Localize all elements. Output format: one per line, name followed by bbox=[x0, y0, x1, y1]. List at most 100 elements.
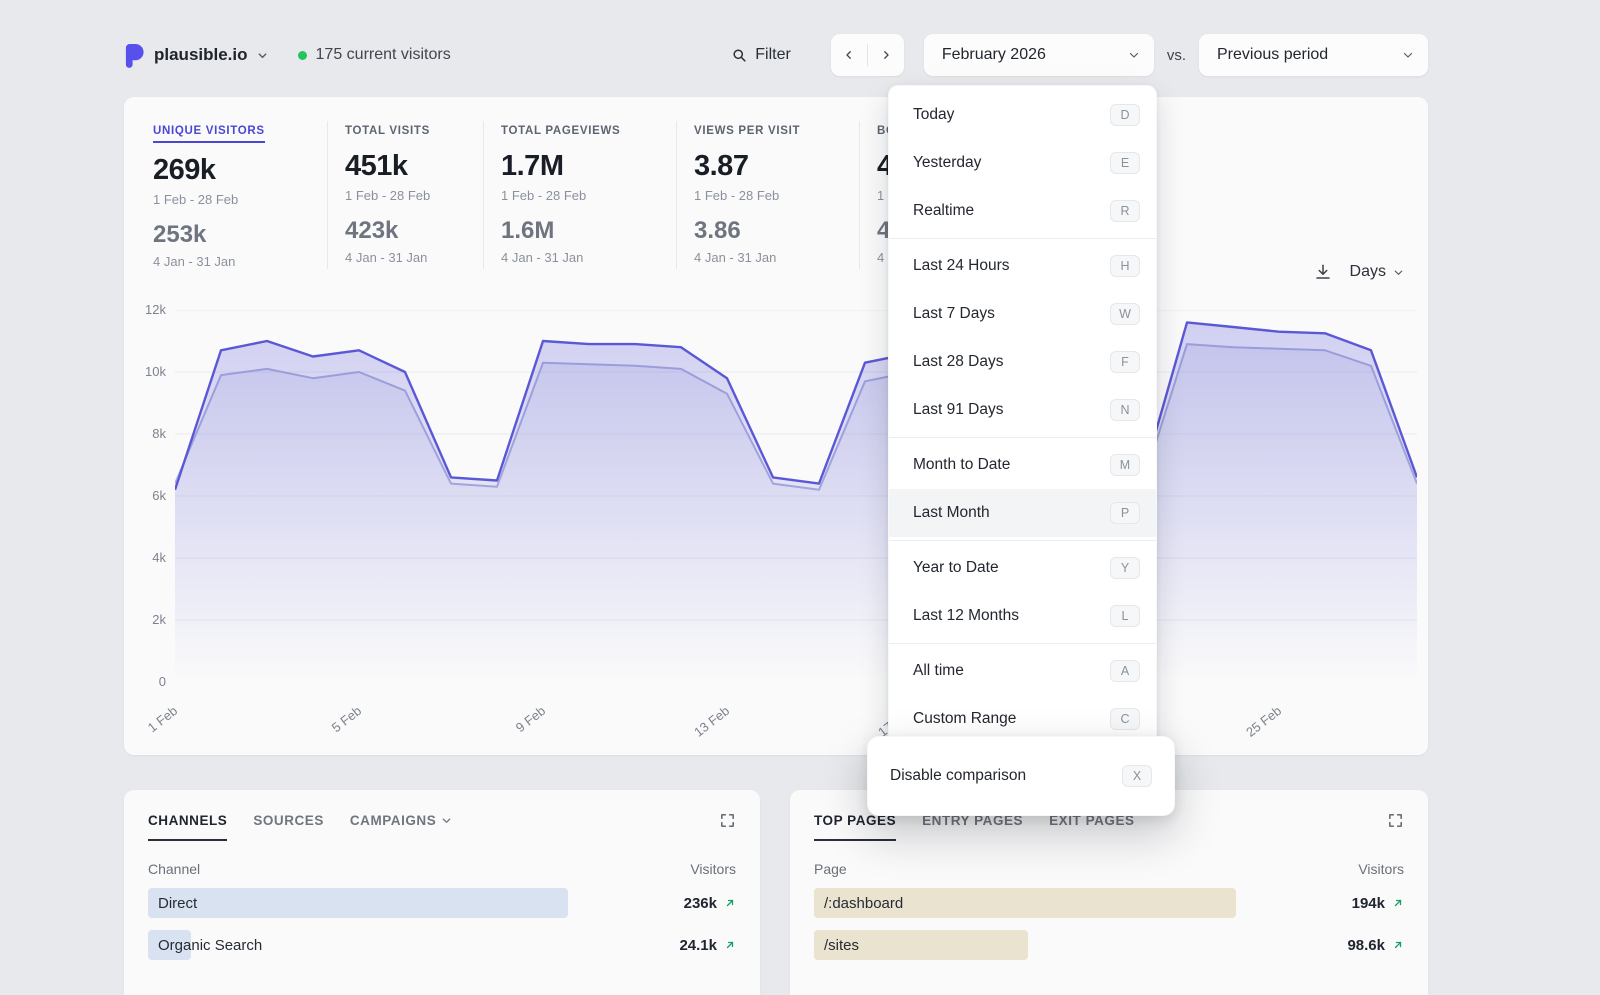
trend-arrow-icon bbox=[1392, 897, 1404, 909]
period-nav bbox=[831, 34, 904, 76]
menu-item-label: Last 28 Days bbox=[913, 353, 1003, 371]
menu-item-label: Last 12 Months bbox=[913, 607, 1019, 625]
shortcut-badge: X bbox=[1122, 765, 1152, 787]
stat-prev-range: 4 Jan - 31 Jan bbox=[694, 250, 839, 265]
y-axis-label: 4k bbox=[126, 550, 166, 565]
menu-item-last-month[interactable]: Last MonthP bbox=[889, 489, 1156, 537]
shortcut-badge: H bbox=[1110, 255, 1140, 277]
row-name[interactable]: Organic Search bbox=[148, 937, 262, 954]
y-axis-label: 8k bbox=[126, 426, 166, 441]
chart-x-axis: 1 Feb5 Feb9 Feb13 Feb17 Feb21 Feb25 Feb bbox=[175, 687, 1417, 747]
next-period-button[interactable] bbox=[868, 34, 904, 76]
menu-item-last-24-hours[interactable]: Last 24 HoursH bbox=[889, 242, 1156, 290]
y-axis-label: 0 bbox=[126, 674, 166, 689]
filter-button[interactable]: Filter bbox=[732, 46, 791, 64]
chevron-down-icon bbox=[1402, 49, 1414, 61]
pages-panel: TOP PAGES ENTRY PAGES EXIT PAGES Page Vi… bbox=[790, 790, 1428, 995]
row-name[interactable]: /sites bbox=[814, 937, 859, 954]
comparison-select[interactable]: Previous period bbox=[1199, 34, 1428, 76]
tab-sources[interactable]: SOURCES bbox=[253, 813, 324, 828]
row-visitor-count: 98.6k bbox=[1347, 937, 1385, 954]
current-visitors[interactable]: 175 current visitors bbox=[298, 46, 451, 64]
site-switcher[interactable]: plausible.io bbox=[124, 43, 268, 68]
tab-channels[interactable]: CHANNELS bbox=[148, 813, 227, 828]
disable-comparison-item[interactable]: Disable comparison X bbox=[890, 755, 1152, 797]
menu-item-month-to-date[interactable]: Month to DateM bbox=[889, 441, 1156, 489]
menu-item-last-28-days[interactable]: Last 28 Days F bbox=[889, 338, 1156, 386]
vs-label: vs. bbox=[1167, 47, 1186, 64]
menu-item-yesterday[interactable]: Yesterday E bbox=[889, 139, 1156, 187]
download-icon[interactable] bbox=[1314, 263, 1332, 281]
stat-range: 1 Feb - 28 Feb bbox=[694, 188, 839, 203]
stat-prev-value: 3.86 bbox=[694, 217, 839, 245]
chevron-down-icon bbox=[441, 815, 452, 826]
table-header: Page Visitors bbox=[814, 861, 1404, 877]
table-row[interactable]: Organic Search 24.1k bbox=[148, 929, 736, 961]
row-name[interactable]: /:dashboard bbox=[814, 895, 903, 912]
date-range-select[interactable]: February 2026 bbox=[924, 34, 1154, 76]
stat-value: 269k bbox=[153, 154, 307, 187]
shortcut-badge: N bbox=[1110, 399, 1140, 421]
stat-prev-range: 4 Jan - 31 Jan bbox=[153, 254, 307, 269]
row-name[interactable]: Direct bbox=[148, 895, 197, 912]
row-value: 98.6k bbox=[1347, 937, 1404, 954]
menu-item-last-12-months[interactable]: Last 12 MonthsL bbox=[889, 592, 1156, 640]
analytics-card: UNIQUE VISITORS 269k 1 Feb - 28 Feb 253k… bbox=[124, 97, 1428, 755]
metric-header: Visitors bbox=[1358, 861, 1404, 877]
stat-label: TOTAL VISITS bbox=[345, 125, 430, 137]
stat-unique-visitors[interactable]: UNIQUE VISITORS 269k 1 Feb - 28 Feb 253k… bbox=[153, 121, 328, 269]
chart-interval-controls: Days bbox=[1314, 263, 1404, 281]
menu-item-last-91-days[interactable]: Last 91 Days N bbox=[889, 386, 1156, 434]
row-visitor-count: 24.1k bbox=[679, 937, 717, 954]
shortcut-badge: F bbox=[1110, 351, 1140, 373]
table-row[interactable]: /sites 98.6k bbox=[814, 929, 1404, 961]
stat-label: VIEWS PER VISIT bbox=[694, 125, 800, 137]
visitors-chart[interactable] bbox=[175, 310, 1417, 682]
menu-item-today[interactable]: TodayD bbox=[889, 91, 1156, 139]
menu-item-label: Yesterday bbox=[913, 154, 981, 172]
menu-item-label: Last Month bbox=[913, 504, 990, 522]
shortcut-badge: E bbox=[1110, 152, 1140, 174]
chevron-down-icon bbox=[1128, 49, 1140, 61]
menu-item-label: Today bbox=[913, 106, 954, 124]
shortcut-badge: M bbox=[1110, 454, 1140, 476]
menu-item-last-7-days[interactable]: Last 7 DaysW bbox=[889, 290, 1156, 338]
stat-label: TOTAL PAGEVIEWS bbox=[501, 125, 620, 137]
menu-divider bbox=[889, 437, 1156, 438]
stat-total-visits[interactable]: TOTAL VISITS 451k 1 Feb - 28 Feb 423k 4 … bbox=[345, 121, 484, 269]
table-row[interactable]: Direct 236k bbox=[148, 887, 736, 919]
interval-select[interactable]: Days bbox=[1350, 263, 1404, 281]
x-axis-label: 13 Feb bbox=[684, 703, 733, 746]
y-axis-label: 6k bbox=[126, 488, 166, 503]
menu-divider bbox=[889, 540, 1156, 541]
expand-icon[interactable] bbox=[719, 812, 736, 829]
topbar-left: plausible.io 175 current visitors bbox=[124, 43, 451, 68]
menu-item-all-time[interactable]: All time A bbox=[889, 647, 1156, 695]
table-row[interactable]: /:dashboard 194k bbox=[814, 887, 1404, 919]
date-range-menu: TodayDYesterdayERealtimeRLast 24 HoursHL… bbox=[888, 85, 1157, 749]
row-value: 236k bbox=[684, 895, 736, 912]
x-axis-label: 1 Feb bbox=[132, 703, 181, 746]
trend-arrow-icon bbox=[724, 897, 736, 909]
current-visitors-label: 175 current visitors bbox=[316, 46, 451, 64]
shortcut-badge: A bbox=[1110, 660, 1140, 682]
menu-item-label: Last 91 Days bbox=[913, 401, 1003, 419]
menu-divider bbox=[889, 643, 1156, 644]
prev-period-button[interactable] bbox=[831, 34, 867, 76]
stat-total-pageviews[interactable]: TOTAL PAGEVIEWS 1.7M 1 Feb - 28 Feb 1.6M… bbox=[501, 121, 677, 269]
stat-prev-range: 4 Jan - 31 Jan bbox=[345, 250, 463, 265]
stat-label: UNIQUE VISITORS bbox=[153, 125, 265, 143]
menu-item-realtime[interactable]: RealtimeR bbox=[889, 187, 1156, 235]
row-bar bbox=[148, 888, 568, 918]
expand-icon[interactable] bbox=[1387, 812, 1404, 829]
stat-views-per-visit[interactable]: VIEWS PER VISIT 3.87 1 Feb - 28 Feb 3.86… bbox=[694, 121, 860, 269]
tab-campaigns[interactable]: CAMPAIGNS bbox=[350, 813, 452, 828]
stat-range: 1 Feb - 28 Feb bbox=[153, 192, 307, 207]
site-name: plausible.io bbox=[154, 45, 248, 65]
menu-item-year-to-date[interactable]: Year to DateY bbox=[889, 544, 1156, 592]
live-dot-icon bbox=[298, 51, 307, 60]
topbar-right: Filter February 2026 vs. Previous period bbox=[732, 34, 1428, 76]
y-axis-label: 10k bbox=[126, 364, 166, 379]
stat-value: 1.7M bbox=[501, 150, 656, 183]
menu-item-label: All time bbox=[913, 662, 964, 680]
